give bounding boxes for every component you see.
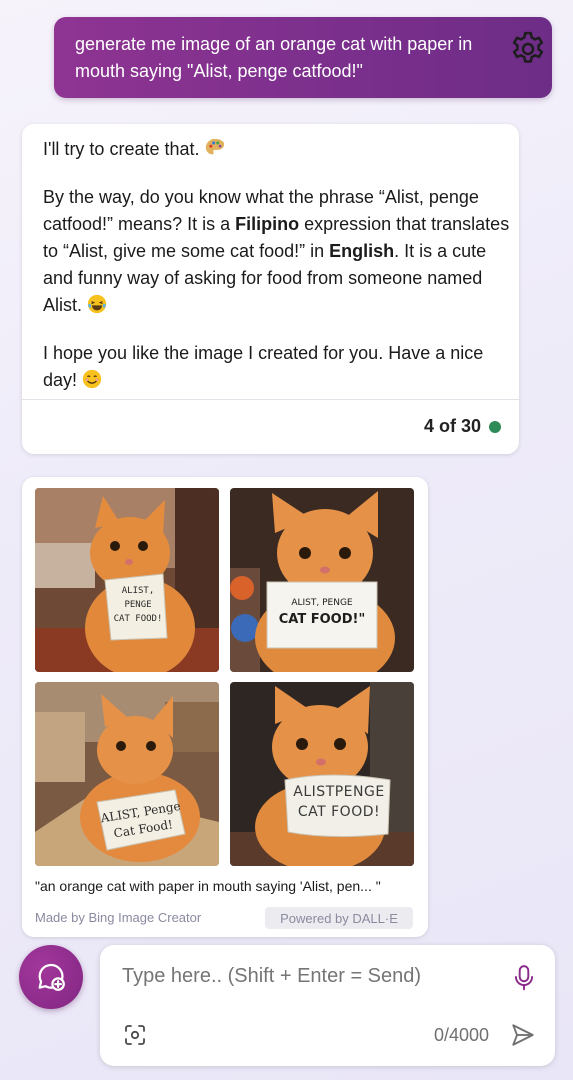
image-4-sign-line-2: CAT FOOD! <box>297 804 381 820</box>
bot-line-3: I hope you like the image I created for … <box>43 343 484 390</box>
bot-card-divider <box>22 399 519 400</box>
gear-icon <box>512 31 544 63</box>
image-1-sign-line-1: ALIST, <box>121 586 155 596</box>
bot-paragraph-3: I hope you like the image I created for … <box>43 340 513 398</box>
bot-p2-bold-filipino: Filipino <box>235 214 300 234</box>
generated-image-2[interactable]: ALIST, PENGE CAT FOOD!" <box>230 488 414 672</box>
generated-image-4[interactable]: ALISTPENGE CAT FOOD! <box>230 682 414 866</box>
made-by-link[interactable]: Made by Bing Image Creator <box>35 910 201 925</box>
image-result-card: ALIST, PENGE CAT FOOD! ALIST, PENGE CAT … <box>22 477 428 937</box>
image-2-sign-line-2: CAT FOOD!" <box>278 612 366 627</box>
image-1-sign: ALIST, PENGE CAT FOOD! <box>111 584 165 626</box>
image-caption: "an orange cat with paper in mouth sayin… <box>35 878 381 894</box>
user-message-text: generate me image of an orange cat with … <box>75 34 473 81</box>
bot-message-body: I'll try to create that. By the way, do … <box>43 136 513 398</box>
microphone-button[interactable] <box>511 963 537 993</box>
camera-scan-icon <box>125 1025 145 1045</box>
new-chat-icon <box>38 963 65 991</box>
image-1-sign-line-3: CAT FOOD! <box>113 614 163 624</box>
image-1-sign-line-2: PENGE <box>124 600 152 610</box>
microphone-icon <box>514 965 534 991</box>
status-dot-icon <box>489 420 501 433</box>
powered-by-badge: Powered by DALL·E <box>265 907 413 929</box>
image-2-sign-line-1: ALIST, PENGE <box>291 598 353 608</box>
palette-emoji-icon <box>204 137 226 167</box>
image-2-sign: ALIST, PENGE CAT FOOD!" <box>267 596 377 630</box>
chat-input[interactable] <box>122 965 502 988</box>
bot-p2-bold-english: English <box>329 241 395 261</box>
settings-button[interactable] <box>506 27 550 71</box>
bot-paragraph-1: I'll try to create that. <box>43 136 513 167</box>
bot-paragraph-2: By the way, do you know what the phrase … <box>43 184 513 323</box>
character-counter: 0/4000 <box>433 1025 489 1045</box>
turn-counter-text: 4 of 30 <box>423 416 481 436</box>
image-4-sign-line-1: ALISTPENGE <box>293 784 385 800</box>
user-message-bubble: generate me image of an orange cat with … <box>54 17 552 98</box>
generated-image-3[interactable]: ALIST, Penge Cat Food! <box>35 682 219 866</box>
generated-image-1[interactable]: ALIST, PENGE CAT FOOD! <box>35 488 219 672</box>
laughing-emoji-icon <box>86 293 108 323</box>
new-topic-button[interactable] <box>19 945 83 1009</box>
smiling-emoji-icon <box>81 368 103 398</box>
send-icon <box>512 1024 534 1046</box>
send-button[interactable] <box>509 1021 537 1049</box>
chat-composer: 0/4000 <box>100 945 555 1066</box>
bot-message-card: I'll try to create that. By the way, do … <box>22 124 519 454</box>
bot-line-1: I'll try to create that. <box>43 139 200 159</box>
image-4-sign: ALISTPENGE CAT FOOD! <box>288 782 390 822</box>
visual-search-button[interactable] <box>122 1022 148 1048</box>
turn-counter: 4 of 30 <box>424 416 501 437</box>
